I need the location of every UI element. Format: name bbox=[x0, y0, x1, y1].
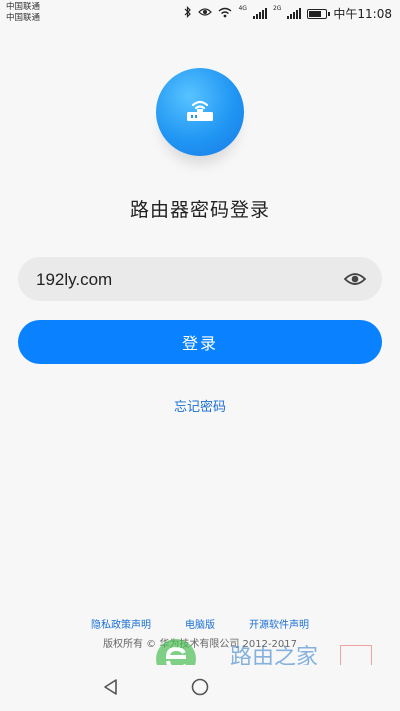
home-circle-icon[interactable] bbox=[191, 678, 209, 696]
network-type-1: 4G bbox=[238, 5, 247, 12]
privacy-policy-link[interactable]: 隐私政策声明 bbox=[91, 616, 151, 631]
eye-comfort-icon bbox=[198, 7, 213, 20]
footer-links: 隐私政策声明 电脑版 开源软件声明 bbox=[0, 616, 400, 631]
pc-version-link[interactable]: 电脑版 bbox=[185, 616, 215, 631]
clock: 中午11:08 bbox=[333, 7, 392, 21]
copyright-text: 版权所有 © 华为技术有限公司 2012-2017 bbox=[102, 639, 298, 650]
signal-strength-icon-1 bbox=[252, 8, 267, 19]
carrier-info: 中国联通 中国联通 bbox=[6, 2, 40, 24]
bluetooth-icon bbox=[184, 6, 192, 21]
status-bar: 中国联通 中国联通 4G 2G 中午11:08 bbox=[0, 0, 400, 28]
password-input[interactable] bbox=[34, 257, 338, 303]
forgot-password-link[interactable]: 忘记密码 bbox=[0, 396, 400, 415]
page-title: 路由器密码登录 bbox=[129, 199, 270, 221]
router-icon bbox=[156, 68, 244, 156]
wifi-icon bbox=[218, 7, 232, 21]
login-button[interactable]: 登录 bbox=[18, 320, 382, 364]
navigation-bar bbox=[0, 665, 400, 711]
password-field[interactable] bbox=[18, 257, 382, 303]
carrier-label-2: 中国联通 bbox=[6, 13, 41, 23]
show-password-eye-icon[interactable] bbox=[343, 271, 367, 287]
open-source-notice-link[interactable]: 开源软件声明 bbox=[249, 616, 309, 631]
status-icons: 4G 2G 中午11:08 bbox=[184, 5, 392, 22]
carrier-label-1: 中国联通 bbox=[6, 2, 41, 12]
network-type-2: 2G bbox=[272, 5, 282, 12]
back-triangle-icon[interactable] bbox=[102, 678, 120, 696]
battery-icon bbox=[307, 8, 331, 19]
signal-strength-icon-2 bbox=[287, 8, 302, 19]
